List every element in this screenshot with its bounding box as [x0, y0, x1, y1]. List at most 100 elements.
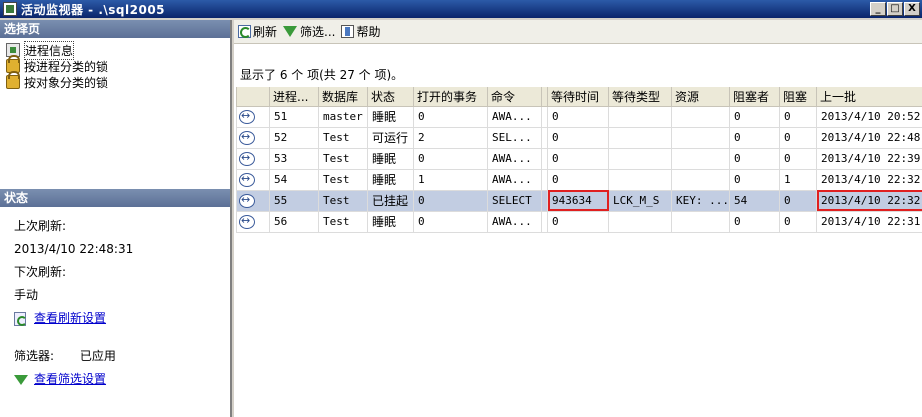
window-controls: _ □ X	[870, 2, 920, 16]
col-header-resource[interactable]: 资源	[671, 87, 730, 107]
table-cell: AWA...	[487, 168, 542, 191]
process-grid: 进程... 数据库 状态 打开的事务 命令 等待时间 等待类型 资源 阻塞者 阻…	[236, 87, 922, 233]
table-cell: 2013/4/10 22:31:48	[816, 210, 922, 233]
refresh-button[interactable]: 刷新	[236, 22, 281, 42]
table-cell: 0	[779, 105, 817, 128]
next-refresh-label: 下次刷新:	[14, 265, 67, 279]
activity-monitor-icon	[3, 2, 17, 16]
table-cell: AWA...	[487, 105, 542, 128]
col-header-database[interactable]: 数据库	[318, 87, 368, 107]
row-icon-cell	[236, 210, 270, 233]
table-row[interactable]: 54Test睡眠1AWA...0012013/4/10 22:32:45	[236, 168, 922, 191]
process-icon	[239, 172, 255, 187]
table-cell: 2013/4/10 20:52:40	[816, 105, 922, 128]
table-cell: LCK_M_S	[608, 189, 672, 212]
table-cell: 0	[779, 126, 817, 149]
page-item-locks-by-object[interactable]: 按对象分类的锁	[6, 71, 230, 90]
view-filter-settings-link[interactable]: 查看筛选设置	[34, 368, 106, 391]
table-cell: 0	[547, 147, 609, 170]
view-refresh-settings-link[interactable]: 查看刷新设置	[34, 307, 106, 330]
refresh-label: 刷新	[253, 25, 278, 39]
table-cell: 0	[729, 147, 780, 170]
status-header: 状态	[0, 189, 230, 207]
refresh-settings-icon	[14, 311, 27, 326]
row-icon-cell	[236, 126, 270, 149]
table-cell: Test	[318, 126, 368, 149]
row-icon-cell	[236, 189, 270, 212]
row-icon-cell	[236, 147, 270, 170]
table-cell: Test	[318, 147, 368, 170]
process-icon	[239, 193, 255, 208]
minimize-button[interactable]: _	[870, 2, 886, 16]
table-cell: 54	[729, 189, 780, 212]
col-header-process-id[interactable]: 进程...	[269, 87, 319, 107]
col-header-blocking[interactable]: 阻塞	[779, 87, 817, 107]
col-header-icon[interactable]	[236, 87, 270, 107]
window-title: 活动监视器 - .\sql2005	[21, 2, 166, 17]
table-cell	[608, 126, 672, 149]
table-cell: 睡眠	[367, 168, 414, 191]
select-page-list: 进程信息 按进程分类的锁 按对象分类的锁	[0, 38, 230, 208]
table-cell: 0	[413, 105, 488, 128]
process-icon	[239, 130, 255, 145]
table-cell: 0	[547, 105, 609, 128]
col-header-wait-type[interactable]: 等待类型	[608, 87, 672, 107]
col-header-status[interactable]: 状态	[367, 87, 414, 107]
table-cell: 0	[413, 210, 488, 233]
table-cell: 0	[547, 168, 609, 191]
view-refresh-settings-row: 查看刷新设置	[14, 307, 230, 330]
table-cell: 可运行	[367, 126, 414, 149]
table-cell: Test	[318, 168, 368, 191]
table-cell	[608, 210, 672, 233]
table-cell: 54	[269, 168, 319, 191]
table-cell: 睡眠	[367, 105, 414, 128]
table-cell: SEL...	[487, 126, 542, 149]
help-button[interactable]: 帮助	[339, 22, 384, 42]
table-row[interactable]: 52Test可运行2SEL...0002013/4/10 22:48:28	[236, 126, 922, 149]
row-icon-cell	[236, 168, 270, 191]
table-cell: 56	[269, 210, 319, 233]
table-cell: 0	[779, 189, 817, 212]
table-cell: Test	[318, 210, 368, 233]
table-row[interactable]: 51master睡眠0AWA...0002013/4/10 20:52:40	[236, 105, 922, 128]
col-header-open-transactions[interactable]: 打开的事务	[413, 87, 488, 107]
table-cell	[608, 105, 672, 128]
table-row[interactable]: 55Test已挂起0SELECT943634LCK_M_SKEY: ...540…	[236, 189, 922, 212]
table-row[interactable]: 53Test睡眠0AWA...0002013/4/10 22:39:34	[236, 147, 922, 170]
col-header-blocked-by[interactable]: 阻塞者	[729, 87, 780, 107]
col-header-last-batch[interactable]: 上一批	[816, 87, 922, 107]
restore-button[interactable]: □	[887, 2, 903, 16]
status-section: 状态 上次刷新: 2013/4/10 22:48:31 下次刷新: 手动 查看刷…	[0, 189, 230, 391]
table-cell: 已挂起	[367, 189, 414, 212]
table-row[interactable]: 56Test睡眠0AWA...0002013/4/10 22:31:48	[236, 210, 922, 233]
table-cell: 51	[269, 105, 319, 128]
table-cell	[671, 210, 730, 233]
process-icon	[239, 109, 255, 124]
left-pane: 选择页 进程信息 按进程分类的锁 按对象分类的锁 状态 上次刷新: 2013/4…	[0, 20, 232, 417]
filter-label: 筛选器:	[14, 349, 55, 363]
page-item-locks-by-process[interactable]: 按进程分类的锁	[6, 55, 230, 74]
col-header-wait-time[interactable]: 等待时间	[547, 87, 609, 107]
process-icon	[239, 151, 255, 166]
table-cell	[671, 126, 730, 149]
col-header-command[interactable]: 命令	[487, 87, 542, 107]
table-cell: 0	[729, 126, 780, 149]
filter-button[interactable]: 筛选...	[281, 22, 339, 42]
table-cell	[671, 105, 730, 128]
item-count-summary: 显示了 6 个 项(共 27 个 项)。	[240, 68, 404, 82]
close-button[interactable]: X	[904, 2, 920, 16]
table-cell: 睡眠	[367, 147, 414, 170]
page-item-process-info[interactable]: 进程信息	[6, 40, 230, 60]
table-cell: 0	[779, 147, 817, 170]
table-cell	[608, 147, 672, 170]
table-cell: 0	[547, 126, 609, 149]
page-item-label: 按进程分类的锁	[24, 59, 109, 74]
table-cell: 0	[729, 168, 780, 191]
lock-icon	[6, 71, 20, 89]
filter-icon	[14, 374, 28, 385]
table-cell	[671, 147, 730, 170]
table-cell: 0	[413, 147, 488, 170]
table-cell: 0	[547, 210, 609, 233]
table-cell: 55	[269, 189, 319, 212]
